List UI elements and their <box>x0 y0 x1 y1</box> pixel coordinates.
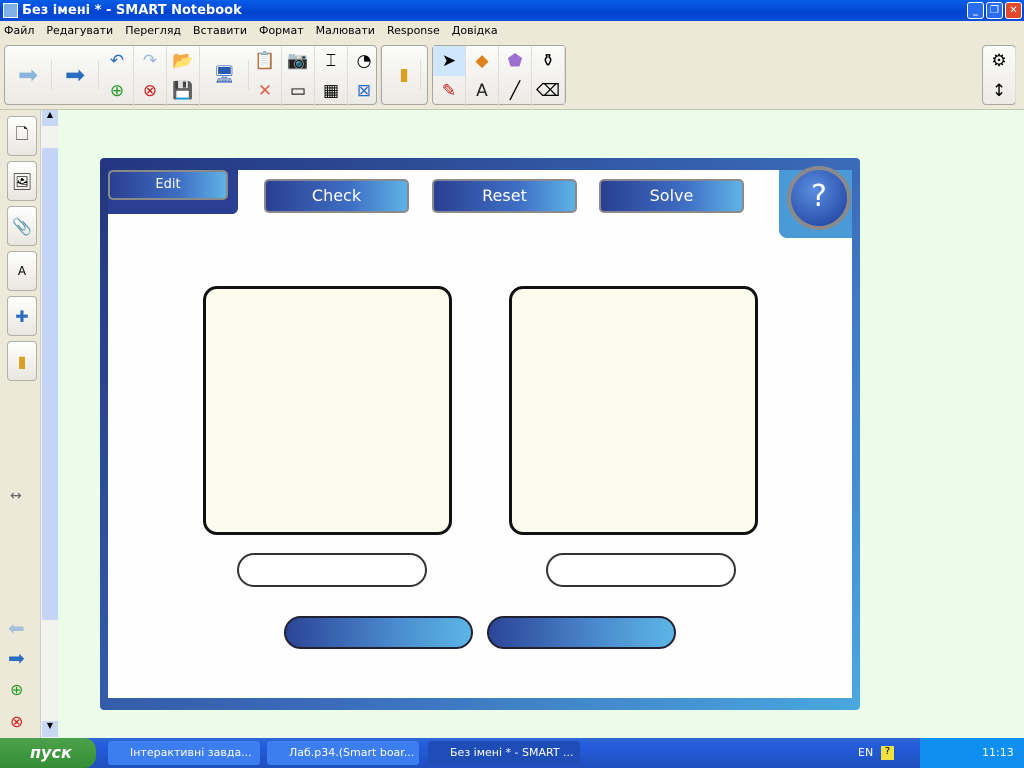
eraser-icon[interactable]: ⌫ <box>532 76 565 106</box>
attachments-icon[interactable]: 📎 <box>7 206 37 246</box>
addons-puzzle-icon[interactable]: ✚ <box>7 296 37 336</box>
task-opera[interactable]: Інтерактивні завда... <box>108 741 260 765</box>
menu-draw[interactable]: Малювати <box>316 24 375 37</box>
fill-icon[interactable]: ⚱ <box>532 46 565 76</box>
move-toolbar-icon[interactable]: ↕ <box>983 76 1016 106</box>
menu-view[interactable]: Перегляд <box>125 24 181 37</box>
help-tray-icon[interactable]: ? <box>881 746 894 760</box>
delete-icon[interactable]: ✕ <box>249 76 282 106</box>
menu-edit[interactable]: Редагувати <box>46 24 113 37</box>
answer-pill-left[interactable] <box>284 616 473 649</box>
menu-file[interactable]: Файл <box>4 24 34 37</box>
drop-zone-right[interactable] <box>509 286 758 535</box>
delete-page-icon[interactable]: ⊗ <box>134 76 167 106</box>
language-indicator[interactable]: EN <box>858 746 873 759</box>
taskbar: пуск Інтерактивні завда... Лаб.р34.(Smar… <box>0 738 1024 768</box>
scroll-thumb[interactable] <box>42 148 58 620</box>
system-tray: 11:13 <box>920 738 1024 768</box>
add-page-icon[interactable]: ⊕ <box>10 680 23 699</box>
label-field-left[interactable] <box>237 553 427 587</box>
undo-icon[interactable]: ↶ <box>101 46 134 76</box>
close-button[interactable]: ✕ <box>1005 2 1022 19</box>
gallery-icon[interactable]: 🖼 <box>7 161 37 201</box>
menu-bar: Файл Редагувати Перегляд Вставити Формат… <box>0 21 1024 40</box>
scroll-up-button[interactable]: ▲ <box>42 110 58 126</box>
toolbar: ➡ ➡ ↶ ↷ 📂 ⊕ ⊗ 💾 🖥 📋 📷 ⌶ ◔ ✕ ▭ ▦ ⊠ ▮ ➤ ◆ … <box>0 40 1024 110</box>
line-icon[interactable]: ╱ <box>499 76 532 106</box>
window-title: Без імені * - SMART Notebook <box>22 3 242 18</box>
drop-zone-left[interactable] <box>203 286 452 535</box>
document-camera-icon[interactable]: ⌶ <box>315 46 348 76</box>
menu-help[interactable]: Довідка <box>452 24 498 37</box>
response-icon[interactable]: ▮ <box>388 60 421 90</box>
title-bar: Без імені * - SMART Notebook _ ❐ ✕ <box>0 0 1024 21</box>
page-sorter-icon[interactable]: 🗋 <box>7 116 37 156</box>
screen-view-icon[interactable]: 🖥 <box>201 60 249 90</box>
response-tab-icon[interactable]: ▮ <box>7 341 37 381</box>
menu-response[interactable]: Response <box>387 24 440 37</box>
properties-icon[interactable]: A <box>7 251 37 291</box>
back-arrow-icon[interactable]: ➡ <box>5 60 52 90</box>
next-page-icon[interactable]: ➡ <box>8 646 25 670</box>
menu-insert[interactable]: Вставити <box>193 24 247 37</box>
reset-button[interactable]: Reset <box>432 179 577 213</box>
task-notebook[interactable]: Без імені * - SMART ... <box>428 741 580 765</box>
select-pointer-icon[interactable]: ➤ <box>433 46 466 76</box>
resize-arrows-icon[interactable]: ↔ <box>10 488 22 504</box>
previous-page-icon[interactable]: ⬅ <box>8 616 25 640</box>
solve-button[interactable]: Solve <box>599 179 744 213</box>
table-icon[interactable]: ▦ <box>315 76 348 106</box>
start-button[interactable]: пуск <box>0 738 96 768</box>
screen-capture-icon[interactable]: 📷 <box>282 46 315 76</box>
label-field-right[interactable] <box>546 553 736 587</box>
screen-shade-icon[interactable]: ▭ <box>282 76 315 106</box>
settings-gear-icon[interactable]: ⚙ <box>983 46 1016 76</box>
scroll-down-button[interactable]: ▼ <box>42 721 58 737</box>
maximize-button[interactable]: ❐ <box>986 2 1003 19</box>
paste-icon[interactable]: 📋 <box>249 46 282 76</box>
add-page-icon[interactable]: ⊕ <box>101 76 134 106</box>
edit-button[interactable]: Edit <box>108 170 228 200</box>
clock: 11:13 <box>982 746 1014 759</box>
menu-format[interactable]: Формат <box>259 24 304 37</box>
shapes-icon[interactable]: ◆ <box>466 46 499 76</box>
app-icon <box>3 3 18 18</box>
answer-pill-right[interactable] <box>487 616 676 649</box>
measurement-tools-icon[interactable]: ◔ <box>348 46 381 76</box>
vertical-scrollbar[interactable]: ▲ ▼ <box>40 110 58 738</box>
redo-icon[interactable]: ↷ <box>134 46 167 76</box>
task-word[interactable]: Лаб.р34.(Smart boar... <box>267 741 419 765</box>
open-folder-icon[interactable]: 📂 <box>167 46 200 76</box>
side-tabs: 🗋 🖼 📎 A ✚ ▮ ↔ ⬅ ➡ ⊕ ⊗ <box>0 110 40 738</box>
save-icon[interactable]: 💾 <box>167 76 200 106</box>
minimize-button[interactable]: _ <box>967 2 984 19</box>
delete-page-icon[interactable]: ⊗ <box>10 712 23 731</box>
forward-arrow-icon[interactable]: ➡ <box>52 60 99 90</box>
help-button[interactable]: ? <box>787 166 851 230</box>
full-screen-icon[interactable]: ⊠ <box>348 76 381 106</box>
pens-icon[interactable]: ✎ <box>433 76 466 106</box>
text-icon[interactable]: A <box>466 76 499 106</box>
magic-pen-icon[interactable]: ⬟ <box>499 46 532 76</box>
check-button[interactable]: Check <box>264 179 409 213</box>
